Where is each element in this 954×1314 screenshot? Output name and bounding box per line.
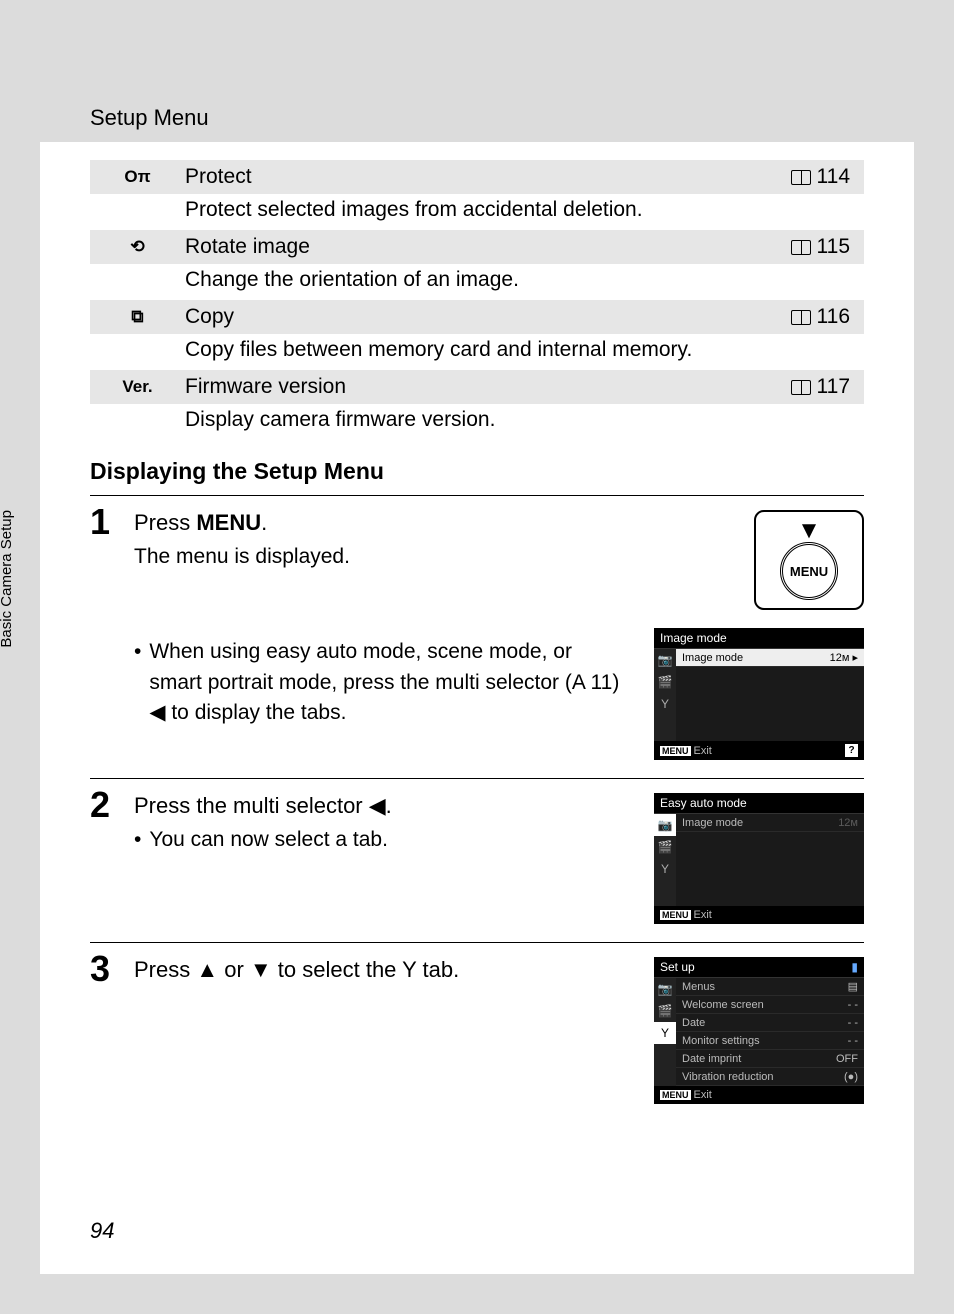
step-number: 2 (90, 787, 120, 823)
camera-screen-2: Easy auto mode 📷 🎬 Y Image mode12м (654, 793, 864, 924)
tab-video-icon: 🎬 (654, 1000, 676, 1022)
menu-row-protect: Oπ Protect 114 (90, 160, 864, 194)
book-icon (791, 310, 811, 325)
divider (90, 778, 864, 779)
camera-screen-3: Set up ▮ 📷 🎬 Y Menus▤ Welcome scr (654, 957, 864, 1104)
screen-item: Image mode12м (676, 814, 864, 832)
menu-row-rotate: ⟲ Rotate image 115 (90, 230, 864, 264)
screen-tabs: 📷 🎬 Y (654, 978, 676, 1086)
page-number: 94 (90, 1218, 114, 1244)
menu-desc: Protect selected images from accidental … (90, 194, 864, 230)
step-bullet: When using easy auto mode, scene mode, o… (134, 637, 624, 728)
screen-item: Welcome screen- - (676, 996, 864, 1014)
screen-header: Set up ▮ (654, 957, 864, 978)
screen-tabs: 📷 🎬 Y (654, 649, 676, 741)
menu-row-firmware: Ver. Firmware version 117 (90, 370, 864, 404)
side-tab-label: Basic Camera Setup (0, 510, 15, 648)
screen-item: Monitor settings- - (676, 1032, 864, 1050)
menu-row-copy: ⧉ Copy 116 (90, 300, 864, 334)
help-icon: ? (845, 744, 858, 757)
section-header: Setup Menu (90, 105, 209, 131)
page-ref: 114 (791, 165, 864, 189)
tab-video-icon: 🎬 (654, 836, 676, 858)
menu-button-illustration: ▼ MENU (754, 510, 864, 610)
step-title: Press ▲ or ▼ to select the Y tab. (134, 957, 624, 983)
divider (90, 495, 864, 496)
step-title: Press MENU. (134, 510, 624, 536)
menu-desc: Copy files between memory card and inter… (90, 334, 864, 370)
screen-list: Image mode12м ▸ (676, 649, 864, 741)
screen-header: Image mode (654, 628, 864, 649)
tab-camera-icon: 📷 (654, 649, 676, 671)
camera-screen-1: Image mode 📷 🎬 Y Image mode12м ▸ (654, 628, 864, 760)
book-icon (791, 240, 811, 255)
step-1: 1 Press MENU. The menu is displayed. Whe… (90, 504, 864, 760)
menu-button-label: MENU (780, 542, 838, 600)
screen-footer: MENUExit (654, 1086, 864, 1104)
menu-desc: Display camera firmware version. (90, 404, 864, 440)
screen-footer: MENUExit (654, 906, 864, 924)
step-title: Press the multi selector ◀. (134, 793, 624, 819)
step-number: 3 (90, 951, 120, 987)
menu-title: Copy (185, 305, 791, 329)
menu-title: Firmware version (185, 375, 791, 399)
step-text: The menu is displayed. (134, 542, 624, 571)
tab-camera-icon: 📷 (654, 978, 676, 1000)
menu-desc: Change the orientation of an image. (90, 264, 864, 300)
screen-list: Image mode12м (676, 814, 864, 906)
page-ref: 117 (791, 375, 864, 399)
arrow-down-icon: ▼ (797, 517, 821, 545)
screen-tabs: 📷 🎬 Y (654, 814, 676, 906)
tab-setup-icon: Y (654, 693, 676, 715)
rotate-icon: ⟲ (90, 237, 185, 257)
step-number: 1 (90, 504, 120, 540)
tab-video-icon: 🎬 (654, 671, 676, 693)
tab-setup-icon: Y (654, 1022, 676, 1044)
screen-header: Easy auto mode (654, 793, 864, 814)
menu-badge-icon: MENU (660, 746, 691, 756)
screen-item: Date imprintOFF (676, 1050, 864, 1068)
divider (90, 942, 864, 943)
scroll-indicator-icon: ▮ (851, 960, 858, 974)
protect-icon: Oπ (90, 167, 185, 187)
ver-icon: Ver. (90, 377, 185, 397)
step-bullet: You can now select a tab. (134, 825, 624, 855)
subheading: Displaying the Setup Menu (90, 458, 864, 485)
menu-title: Protect (185, 165, 791, 189)
step-2: 2 Press the multi selector ◀. You can no… (90, 787, 864, 924)
step-3: 3 Press ▲ or ▼ to select the Y tab. Set … (90, 951, 864, 1104)
page-ref: 115 (791, 235, 864, 259)
screen-item: Vibration reduction(●) (676, 1068, 864, 1086)
menu-title: Rotate image (185, 235, 791, 259)
badge-icon: 12м ▸ (830, 651, 858, 664)
screen-item: Image mode12м ▸ (676, 649, 864, 667)
tab-setup-icon: Y (654, 858, 676, 880)
screen-footer: MENUExit ? (654, 741, 864, 760)
screen-item: Menus▤ (676, 978, 864, 996)
page-ref: 116 (791, 305, 864, 329)
badge-icon: 12м (838, 817, 858, 829)
screen-list: Menus▤ Welcome screen- - Date- - Monitor… (676, 978, 864, 1086)
book-icon (791, 380, 811, 395)
book-icon (791, 170, 811, 185)
menu-badge-icon: MENU (660, 910, 691, 920)
screen-item: Date- - (676, 1014, 864, 1032)
tab-camera-icon: 📷 (654, 814, 676, 836)
menu-table: Oπ Protect 114 Protect selected images f… (90, 160, 864, 440)
copy-icon: ⧉ (90, 307, 185, 327)
side-tab-marker (0, 707, 12, 787)
menu-badge-icon: MENU (660, 1090, 691, 1100)
